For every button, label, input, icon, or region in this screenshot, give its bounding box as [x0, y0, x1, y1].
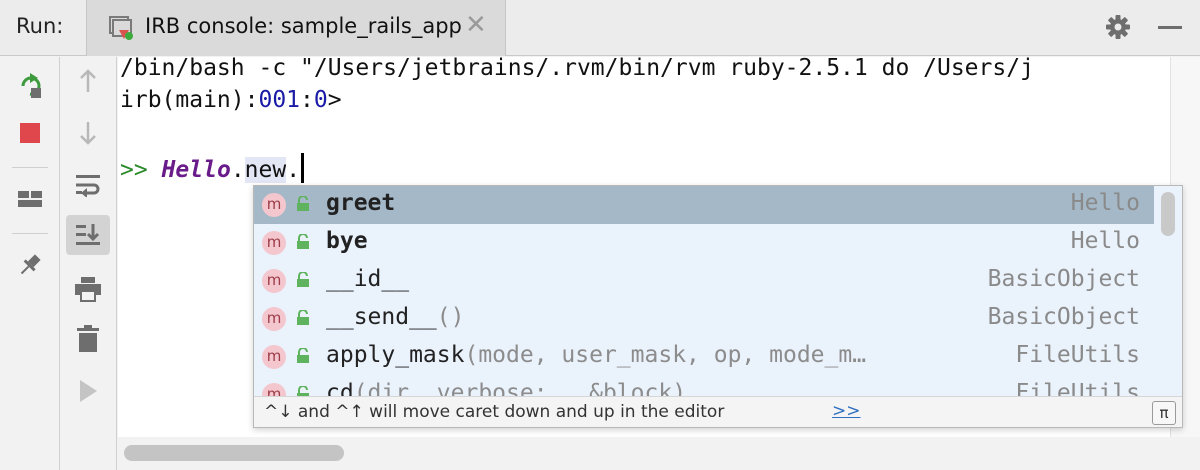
completion-list[interactable]: m greet Hello m bye Hello m __id__ BasicObject m _…: [254, 186, 1154, 396]
toolbar-separator: [12, 233, 48, 234]
completion-item-name: cd(dir, verbose: , &block): [326, 380, 686, 396]
irb-line-number: 001: [258, 87, 301, 113]
completion-item-name: __id__: [326, 266, 409, 292]
completion-item-name: greet: [326, 190, 395, 216]
public-access-icon: [297, 196, 309, 211]
completion-hint: ^↓ and ^↑ will move caret down and up in…: [264, 402, 725, 422]
completion-item-label: bye: [326, 228, 368, 254]
completion-item-name: apply_mask(mode, user_mask, op, mode_m…: [326, 342, 866, 368]
input-dot: .: [286, 157, 301, 183]
rerun-button[interactable]: [8, 65, 52, 105]
scroll-to-end-button[interactable]: [66, 215, 110, 255]
scroll-to-end-icon: [76, 224, 100, 245]
completion-item[interactable]: m bye Hello: [254, 224, 1154, 262]
rerun-icon: [21, 73, 41, 98]
irb-suffix: >: [327, 87, 342, 113]
completion-item[interactable]: m cd(dir, verbose: , &block) FileUtils: [254, 376, 1154, 396]
completion-item-type: BasicObject: [987, 304, 1140, 330]
irb-prefix: irb(main):: [120, 87, 259, 113]
text-caret: [301, 153, 305, 183]
public-access-icon: [297, 272, 309, 287]
completion-item-params: (): [436, 304, 465, 330]
completion-item-name: __send__(): [326, 304, 464, 330]
completion-item-type: BasicObject: [987, 266, 1140, 292]
public-access-icon: [297, 386, 309, 396]
tab-title: IRB console: sample_rails_app: [145, 14, 462, 38]
completion-item-label: apply_mask: [326, 342, 465, 368]
completion-item-type: Hello: [1070, 190, 1140, 216]
previous-button[interactable]: [66, 61, 110, 101]
irb-separator: :: [300, 87, 314, 113]
pin-icon: [20, 254, 41, 275]
irb-console-icon: [109, 16, 133, 40]
soft-wrap-icon: [76, 175, 100, 197]
input-line[interactable]: >> Hello.new.: [120, 153, 305, 183]
method-icon: m: [262, 307, 286, 331]
completion-scrollbar-thumb[interactable]: [1161, 192, 1175, 236]
completion-item-label: cd: [326, 380, 354, 396]
horizontal-scrollbar-thumb[interactable]: [124, 445, 344, 461]
completion-item-type: FileUtils: [1015, 380, 1140, 396]
public-access-icon: [297, 234, 309, 249]
toolbar-separator: [12, 167, 48, 168]
pin-button[interactable]: [8, 245, 52, 285]
input-dot: .: [230, 157, 245, 183]
gear-icon[interactable]: [1103, 12, 1133, 42]
completion-item-params: (mode, user_mask, op, mode_m…: [464, 342, 867, 368]
method-icon: m: [262, 383, 286, 396]
layout-button[interactable]: [8, 179, 52, 219]
code-completion-popup[interactable]: m greet Hello m bye Hello m __id__ BasicObject m _…: [253, 185, 1183, 428]
tab-irb-console[interactable]: IRB console: sample_rails_app ✕: [86, 0, 506, 56]
completion-footer: ^↓ and ^↑ will move caret down and up in…: [254, 396, 1182, 427]
soft-wrap-button[interactable]: [66, 165, 110, 205]
tool-window-header: Run: IRB console: sample_rails_app ✕: [0, 0, 1200, 56]
completion-item[interactable]: m __send__() BasicObject: [254, 300, 1154, 338]
clear-button[interactable]: [66, 319, 110, 359]
completion-item-label: __id__: [326, 266, 410, 292]
completion-item[interactable]: m __id__ BasicObject: [254, 262, 1154, 300]
stop-icon: [20, 123, 40, 143]
input-constant: Hello: [161, 157, 231, 183]
minimize-icon[interactable]: [1158, 26, 1182, 29]
irb-prompt-line: irb(main):001:0>: [120, 87, 342, 113]
completion-item-label: __send__: [326, 304, 437, 330]
completion-item-label: greet: [326, 190, 396, 216]
completion-item[interactable]: m greet Hello: [254, 186, 1154, 224]
method-icon: m: [262, 345, 286, 369]
play-icon: [80, 380, 97, 402]
input-method: new: [244, 157, 287, 183]
completion-hint-link[interactable]: >>: [832, 401, 861, 421]
stop-button[interactable]: [8, 113, 52, 153]
completion-item-params: (dir, verbose: , &block): [353, 380, 687, 396]
completion-item-name: bye: [326, 228, 368, 254]
run-label: Run:: [16, 14, 64, 38]
input-prompt: >>: [120, 157, 148, 183]
up-arrow-icon: [80, 69, 96, 92]
run-toolbar: [0, 57, 60, 470]
execute-button[interactable]: [66, 371, 110, 411]
print-icon: [75, 277, 101, 302]
trash-icon: [77, 325, 99, 352]
completion-item-type: Hello: [1070, 228, 1140, 254]
irb-level: 0: [313, 87, 328, 113]
print-button[interactable]: [66, 269, 110, 309]
public-access-icon: [297, 310, 309, 325]
command-line: /bin/bash -c "/Users/jetbrains/.rvm/bin/…: [120, 57, 1034, 81]
completion-item[interactable]: m apply_mask(mode, user_mask, op, mode_m……: [254, 338, 1154, 376]
close-tab-icon[interactable]: ✕: [465, 12, 487, 38]
pi-button[interactable]: π: [1152, 401, 1176, 425]
method-icon: m: [262, 269, 286, 293]
console-toolbar: [60, 57, 117, 470]
next-button[interactable]: [66, 113, 110, 153]
public-access-icon: [297, 348, 309, 363]
completion-item-type: FileUtils: [1015, 342, 1140, 368]
method-icon: m: [262, 231, 286, 255]
method-icon: m: [262, 193, 286, 217]
down-arrow-icon: [80, 122, 96, 145]
layout-icon: [18, 191, 42, 207]
